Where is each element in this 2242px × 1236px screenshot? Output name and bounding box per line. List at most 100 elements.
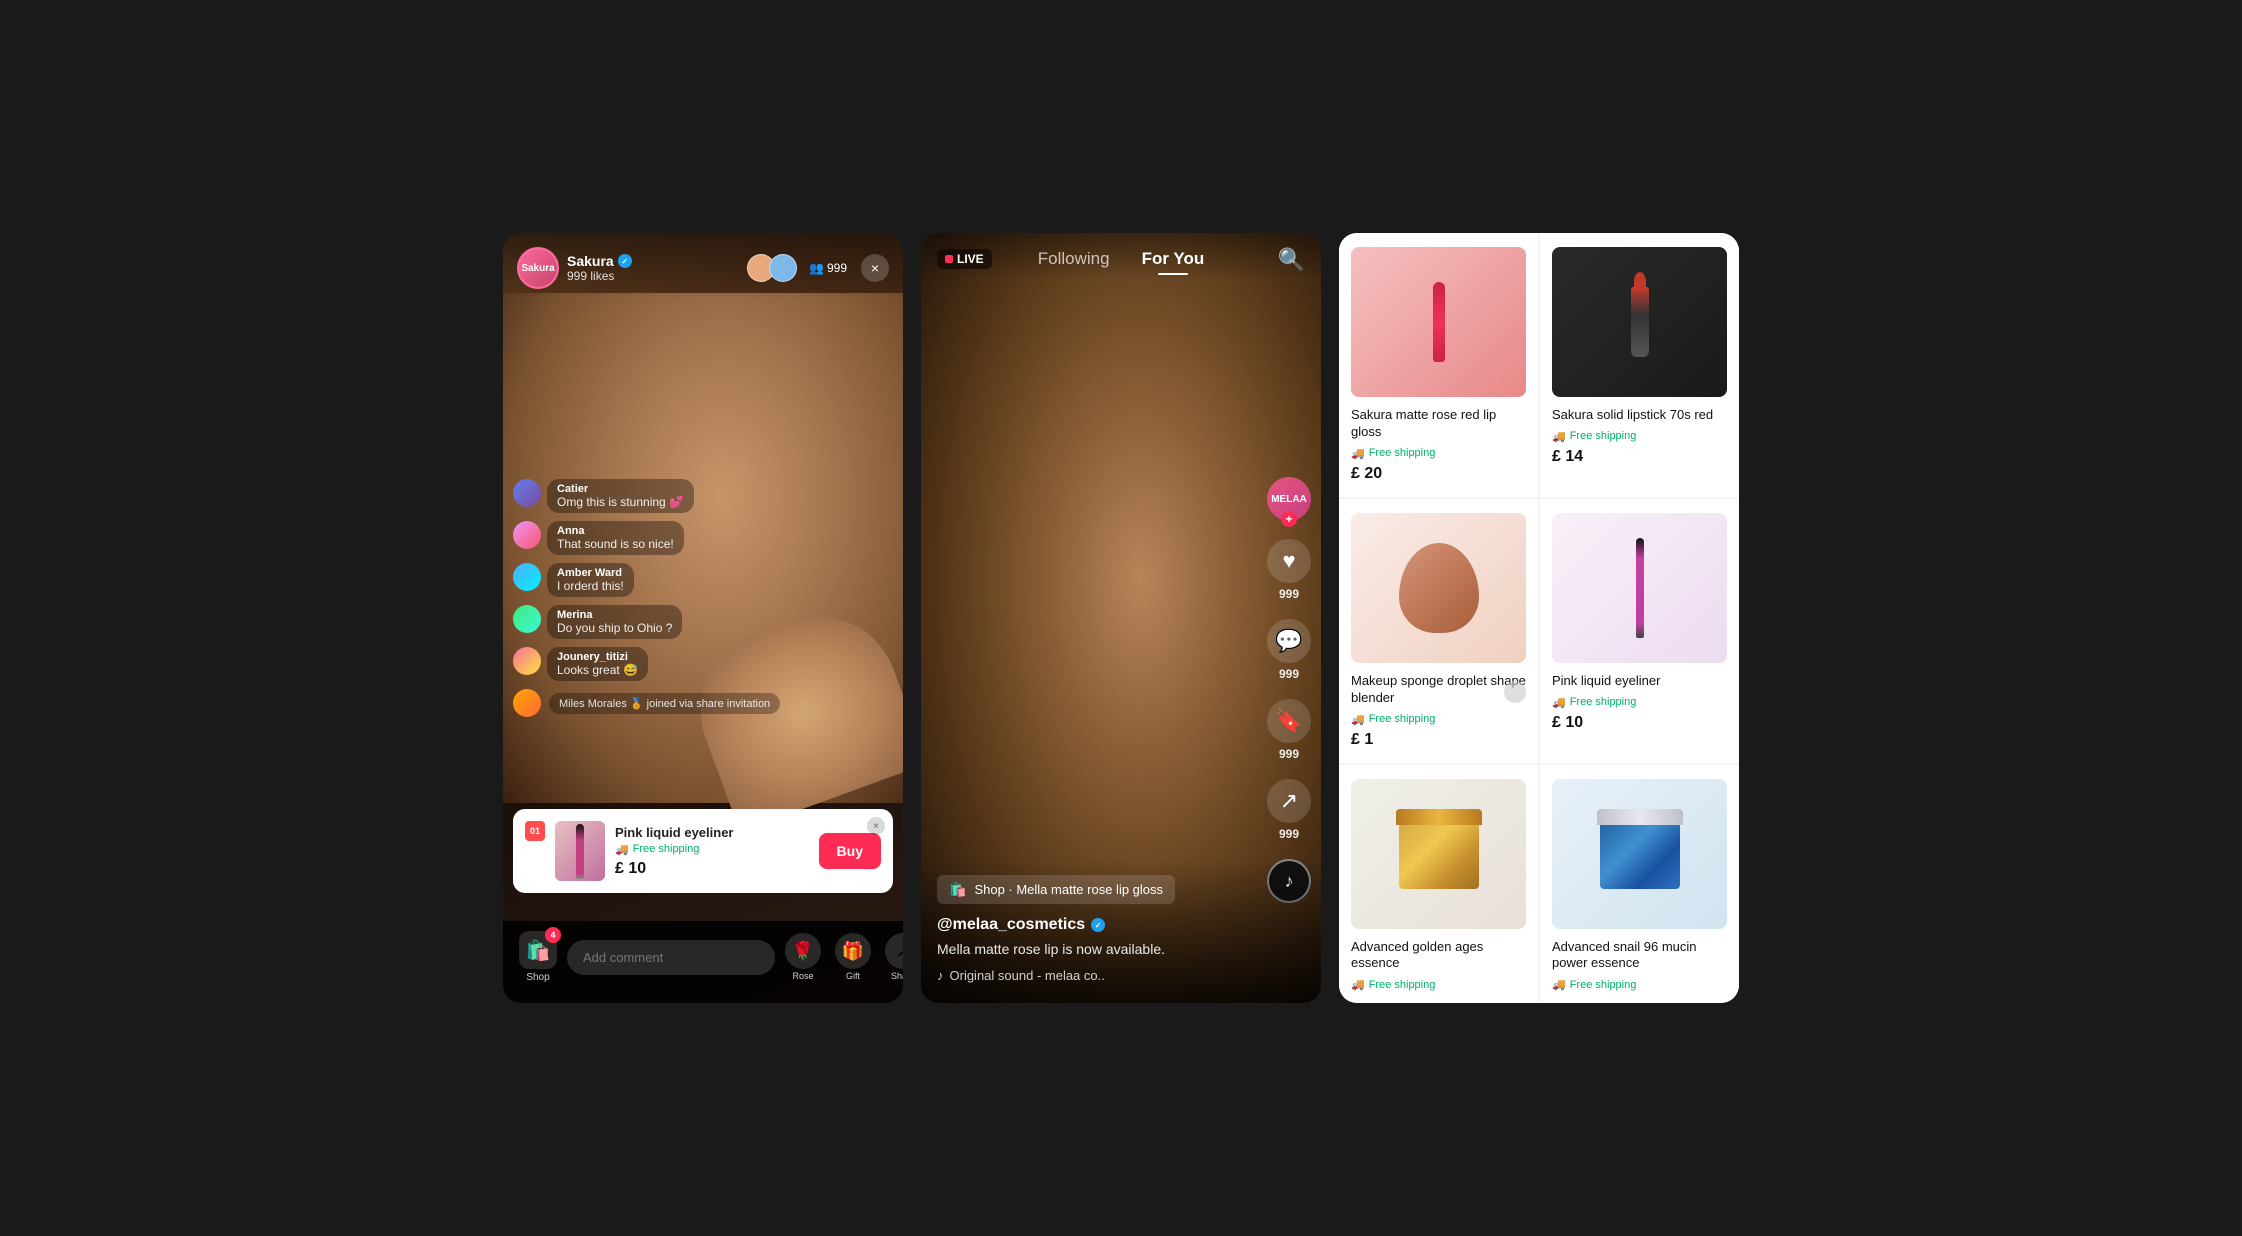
comment-bubble: Anna That sound is so nice!: [547, 521, 684, 555]
shares-count: 999: [1279, 827, 1299, 841]
comment-message: Omg this is stunning 💕: [557, 495, 684, 509]
feed-actions: MELAA + ♥ 999 💬 999 🔖 999 ↗ 999 ♪: [1267, 477, 1311, 903]
product-price: £ 14: [1552, 448, 1727, 466]
product-image: [1552, 247, 1727, 397]
product-item[interactable]: Sakura solid lipstick 70s red 🚚 Free shi…: [1540, 233, 1739, 497]
product-name: Sakura solid lipstick 70s red: [1552, 407, 1727, 424]
product-image: [1351, 779, 1526, 929]
tab-for-you[interactable]: For You: [1126, 249, 1221, 269]
truck-icon: 🚚: [1351, 713, 1365, 726]
shipping-tag: 🚚 Free shipping: [1351, 447, 1526, 460]
comment-username: Catier: [557, 483, 684, 495]
product-image: [1351, 513, 1526, 663]
product-item[interactable]: Pink liquid eyeliner 🚚 Free shipping £ 1…: [1540, 499, 1739, 763]
shipping-label: Free shipping: [633, 843, 700, 855]
heart-icon: ♥: [1267, 539, 1311, 583]
share-button[interactable]: ↗ 999: [1267, 779, 1311, 841]
product-price: £ 1: [1351, 731, 1526, 749]
product-image: [1552, 779, 1727, 929]
avatar: Sakura: [517, 247, 559, 289]
live-text: LIVE: [957, 252, 984, 266]
truck-icon: 🚚: [1351, 447, 1365, 460]
product-close-button[interactable]: ×: [867, 817, 885, 835]
tab-following[interactable]: Following: [1022, 249, 1126, 269]
comment-button[interactable]: 💬 999: [1267, 619, 1311, 681]
bookmark-button[interactable]: 🔖 999: [1267, 699, 1311, 761]
creator-username: @melaa_cosmetics ✓: [937, 916, 1261, 934]
comment-avatar: [513, 605, 541, 633]
share-icon: ↗: [885, 933, 903, 969]
comment-item: Anna That sound is so nice!: [513, 521, 893, 555]
comment-avatar: [513, 521, 541, 549]
feed-header: LIVE Following For You 🔍: [921, 233, 1321, 279]
comment-input[interactable]: [567, 940, 775, 975]
lipgloss-visual: [1433, 282, 1445, 362]
search-button[interactable]: 🔍: [1278, 247, 1305, 273]
comment-username: Amber Ward: [557, 567, 624, 579]
comment-message: Looks great 😅: [557, 663, 638, 677]
comment-item: Jounery_titizi Looks great 😅: [513, 647, 893, 681]
comment-avatar: [513, 647, 541, 675]
bookmark-icon: 🔖: [1267, 699, 1311, 743]
blue-jar-lid: [1597, 809, 1683, 825]
shop-product-tag[interactable]: 🛍️ Shop · Mella matte rose lip gloss: [937, 875, 1175, 904]
product-grid: Sakura matte rose red lip gloss 🚚 Free s…: [1339, 233, 1739, 1003]
comment-username: Anna: [557, 525, 674, 537]
creator-avatar: MELAA +: [1267, 477, 1311, 521]
share-button[interactable]: ↗ Share: [885, 933, 903, 981]
shipping-tag: 🚚 Free shipping: [1351, 713, 1526, 726]
product-card: × 01 Pink liquid eyeliner 🚚 Free shippin…: [513, 809, 893, 893]
follow-plus-icon: +: [1281, 511, 1297, 527]
live-badge: LIVE: [937, 249, 992, 269]
product-price: £ 20: [1351, 465, 1526, 483]
shop-button[interactable]: 4 🛍️ Shop: [519, 931, 557, 983]
product-item[interactable]: Advanced golden ages essence 🚚 Free ship…: [1339, 765, 1538, 1003]
eyeliner-visual: [1636, 538, 1644, 638]
rose-icon: 🌹: [785, 933, 821, 969]
product-item[interactable]: Sakura matte rose red lip gloss 🚚 Free s…: [1339, 233, 1538, 497]
bookmarks-count: 999: [1279, 747, 1299, 761]
gift-button[interactable]: 🎁 Gift: [835, 933, 871, 981]
truck-icon: 🚚: [1552, 430, 1566, 443]
product-name: Pink liquid eyeliner: [1552, 673, 1727, 690]
product-item[interactable]: Advanced snail 96 mucin power essence 🚚 …: [1540, 765, 1739, 1003]
like-button[interactable]: ♥ 999: [1267, 539, 1311, 601]
join-text: Miles Morales 🏅 joined via share invitat…: [549, 693, 780, 714]
comment-item: Catier Omg this is stunning 💕: [513, 479, 893, 513]
product-image: [1552, 513, 1727, 663]
shipping-tag: 🚚 Free shipping: [1351, 978, 1526, 991]
comment-username: Merina: [557, 609, 672, 621]
header-icons: 👥 999 ×: [747, 254, 889, 282]
avatar-label: Sakura: [521, 263, 554, 274]
comment-bubble: Jounery_titizi Looks great 😅: [547, 647, 648, 681]
gift-label: Gift: [846, 971, 860, 981]
product-name: Sakura matte rose red lip gloss: [1351, 407, 1526, 441]
verified-icon: ✓: [1091, 918, 1105, 932]
feed-panel: LIVE Following For You 🔍 MELAA + ♥ 999 💬: [921, 233, 1321, 1003]
product-name: Pink liquid eyeliner: [615, 825, 809, 840]
shop-panel: Sakura matte rose red lip gloss 🚚 Free s…: [1339, 233, 1739, 1003]
rose-button[interactable]: 🌹 Rose: [785, 933, 821, 981]
product-item[interactable]: Makeup sponge droplet shape blender 🚚 Fr…: [1339, 499, 1538, 763]
product-name: Advanced snail 96 mucin power essence: [1552, 939, 1727, 973]
product-name: Advanced golden ages essence: [1351, 939, 1526, 973]
comment-message: That sound is so nice!: [557, 537, 674, 551]
shipping-tag: 🚚 Free shipping: [1552, 978, 1727, 991]
close-button[interactable]: ×: [861, 254, 889, 282]
eyeliner-visual: [576, 824, 584, 879]
video-description: Mella matte rose lip is now available.: [937, 940, 1261, 960]
rose-label: Rose: [792, 971, 813, 981]
product-image: [555, 821, 605, 881]
product-price: £ 10: [1552, 714, 1727, 732]
truck-icon: 🚚: [1552, 696, 1566, 709]
creator-follow[interactable]: MELAA +: [1267, 477, 1311, 521]
likes-count: 999 likes: [567, 269, 747, 283]
people-icon: 👥: [809, 261, 824, 275]
buy-button[interactable]: Buy: [819, 833, 881, 869]
toolbar-icons: 🌹 Rose 🎁 Gift ↗ Share: [785, 933, 903, 981]
shop-label: Shop: [526, 972, 549, 983]
comment-message: Do you ship to Ohio ?: [557, 621, 672, 635]
comment-avatar: [513, 479, 541, 507]
viewer-avatar-2: [769, 254, 797, 282]
sponge-visual: [1399, 543, 1479, 633]
